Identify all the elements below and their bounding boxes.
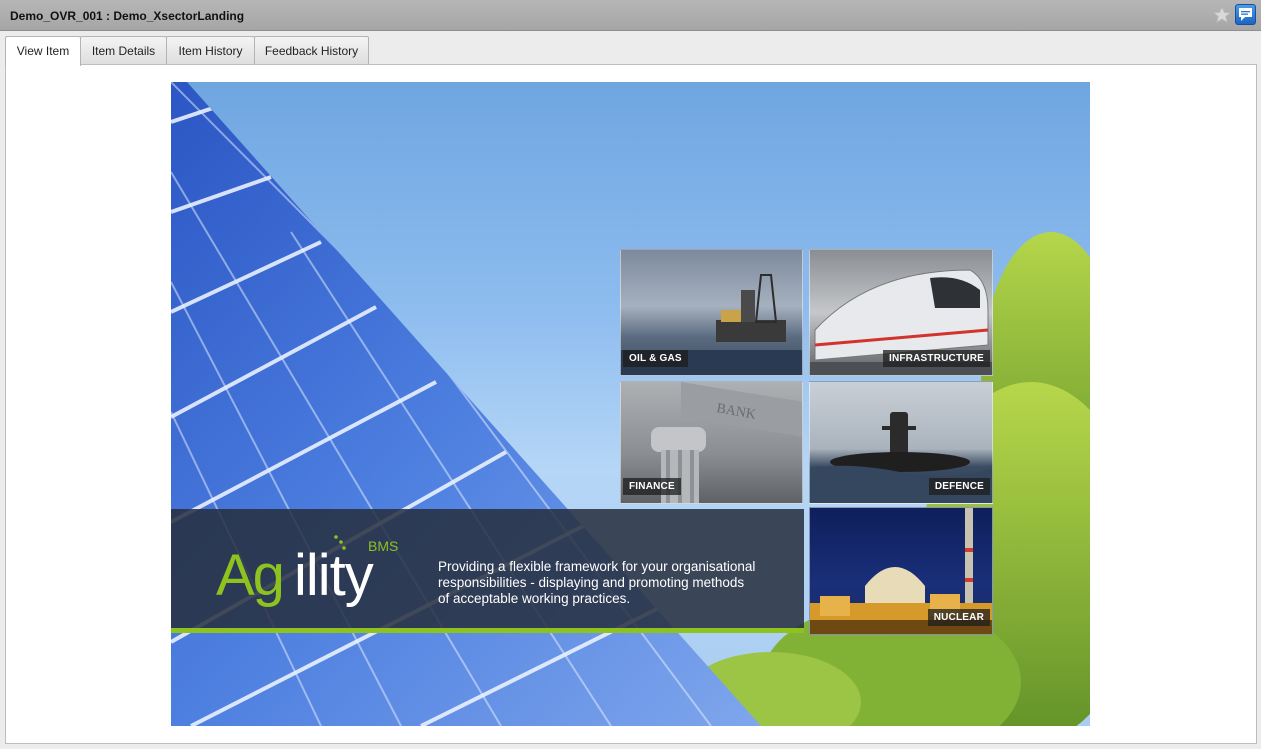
tab-strip: View Item Item Details Item History Feed… (0, 31, 1261, 66)
window-title-bar: Demo_OVR_001 : Demo_XsectorLanding (0, 0, 1261, 31)
sector-label: NUCLEAR (927, 609, 990, 626)
landing-image: OIL & GAS INFRASTRUCTURE BANK FINANCE DE… (171, 82, 1090, 726)
star-icon[interactable] (1213, 6, 1231, 24)
sector-label: OIL & GAS (623, 350, 688, 367)
tab-feedback-history[interactable]: Feedback History (254, 36, 369, 64)
tagline-line: responsibilities - displaying and promot… (438, 575, 745, 590)
tab-label: Item Details (91, 44, 156, 58)
tagline: Providing a flexible framework for your … (438, 559, 788, 607)
tab-label: Feedback History (264, 44, 359, 58)
sector-tile-oil-gas[interactable]: OIL & GAS (620, 249, 803, 376)
agility-bms-logo: Ag ility BMS (216, 535, 398, 608)
banner-accent-line (171, 628, 804, 633)
tab-label: Item History (178, 44, 243, 58)
sector-tile-finance[interactable]: BANK FINANCE (620, 381, 803, 504)
sector-tile-infrastructure[interactable]: INFRASTRUCTURE (809, 249, 993, 376)
feedback-icon[interactable] (1235, 4, 1256, 25)
hero-banner: Ag ility BMS Providing a flexible framew… (171, 509, 804, 633)
svg-text:ility: ility (294, 543, 374, 608)
window-title: Demo_OVR_001 : Demo_XsectorLanding (10, 9, 245, 23)
tab-label: View Item (16, 44, 70, 58)
tab-item-details[interactable]: Item Details (80, 36, 167, 64)
sector-label: DEFENCE (928, 478, 990, 495)
tab-item-history[interactable]: Item History (166, 36, 255, 64)
tagline-line: of acceptable working practices. (438, 591, 631, 606)
tab-view-item[interactable]: View Item (5, 36, 81, 66)
tagline-line: Providing a flexible framework for your … (438, 559, 756, 574)
sector-tile-defence[interactable]: DEFENCE (809, 381, 993, 504)
sector-label: INFRASTRUCTURE (882, 350, 990, 367)
svg-text:BMS: BMS (368, 538, 398, 554)
sector-label: FINANCE (623, 478, 681, 495)
sector-tile-nuclear[interactable]: NUCLEAR (809, 507, 993, 635)
svg-text:Ag: Ag (216, 543, 283, 608)
